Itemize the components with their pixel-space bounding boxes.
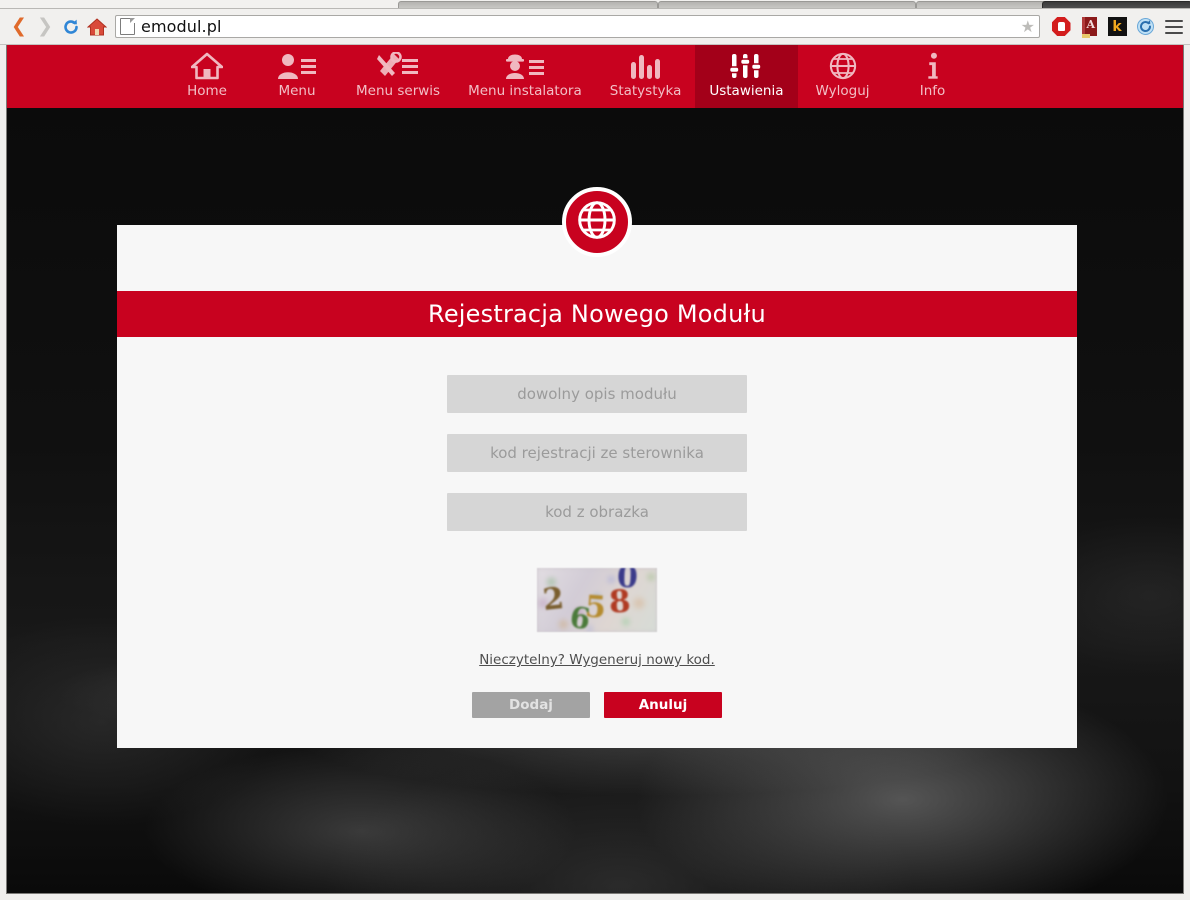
captcha-image: 25860 bbox=[537, 568, 657, 632]
nav-item-menu-serwis[interactable]: Menu serwis bbox=[342, 45, 454, 108]
hamburger-menu-icon[interactable] bbox=[1162, 16, 1184, 38]
tab-strip bbox=[0, 0, 1190, 9]
home-button[interactable] bbox=[84, 14, 110, 40]
nav-item-menu-instalatora[interactable]: Menu instalatora bbox=[454, 45, 596, 108]
cancel-button[interactable]: Anuluj bbox=[604, 692, 722, 718]
nav-label: Wyloguj bbox=[815, 83, 870, 99]
dictionary-icon[interactable] bbox=[1078, 16, 1100, 38]
dialog-body: 25860 Nieczytelny? Wygeneruj nowy kod. D… bbox=[117, 337, 1077, 748]
reload-icon bbox=[62, 18, 80, 36]
reload-button[interactable] bbox=[58, 14, 84, 40]
nav-label: Statystyka bbox=[609, 83, 682, 99]
nav-label: Menu serwis bbox=[356, 83, 441, 99]
registration-code-input[interactable] bbox=[447, 434, 747, 472]
registration-dialog: Rejestracja Nowego Modułu 25860 Nieczyte… bbox=[117, 187, 1077, 748]
browser-tab[interactable] bbox=[658, 1, 916, 8]
captcha-digit: 2 bbox=[541, 581, 566, 618]
nav-item-menu[interactable]: Menu bbox=[252, 45, 342, 108]
refresh-extension-icon[interactable] bbox=[1134, 16, 1156, 38]
dialog-title: Rejestracja Nowego Modułu bbox=[117, 291, 1077, 337]
dialog-actions: Dodaj Anuluj bbox=[472, 692, 722, 718]
browser-tab[interactable] bbox=[398, 1, 658, 8]
address-bar[interactable]: emodul.pl ★ bbox=[115, 15, 1040, 38]
nav-label: Info bbox=[919, 83, 946, 99]
chevron-right-icon: ❯ bbox=[37, 15, 53, 37]
page-viewport: Home Menu Menu serwis Menu instalatora S… bbox=[6, 45, 1184, 894]
bar-chart-icon bbox=[629, 51, 663, 81]
captcha-code-input[interactable] bbox=[447, 493, 747, 531]
browser-toolbar: ❮ ❯ emodul.pl ★ A k bbox=[0, 9, 1190, 45]
nav-label: Home bbox=[187, 83, 227, 99]
sliders-icon bbox=[729, 51, 763, 81]
kaspersky-icon[interactable]: k bbox=[1106, 16, 1128, 38]
nav-label: Menu bbox=[278, 83, 316, 99]
tools-list-icon bbox=[376, 51, 420, 81]
url-text: emodul.pl bbox=[141, 17, 222, 36]
regenerate-captcha-link[interactable]: Nieczytelny? Wygeneruj nowy kod. bbox=[479, 652, 715, 668]
globe-badge bbox=[562, 187, 632, 257]
nav-label: Menu instalatora bbox=[468, 83, 582, 99]
browser-tab[interactable] bbox=[1042, 1, 1190, 8]
globe-icon bbox=[577, 200, 617, 244]
captcha-digit: 0 bbox=[616, 568, 639, 596]
nav-item-statystyka[interactable]: Statystyka bbox=[596, 45, 696, 108]
browser-tab[interactable] bbox=[916, 1, 1056, 8]
captcha-digit: 6 bbox=[567, 599, 593, 632]
module-description-input[interactable] bbox=[447, 375, 747, 413]
page-document-icon bbox=[120, 18, 135, 35]
home-icon bbox=[191, 51, 223, 81]
nav-label: Ustawienia bbox=[709, 83, 784, 99]
adblock-icon[interactable] bbox=[1050, 16, 1072, 38]
browser-window: ❮ ❯ emodul.pl ★ A k Home Menu Menu serwi… bbox=[0, 0, 1190, 900]
info-icon bbox=[923, 51, 943, 81]
dialog-header-space bbox=[117, 187, 1077, 291]
worker-list-icon bbox=[504, 51, 546, 81]
user-list-icon bbox=[277, 51, 317, 81]
globe-icon bbox=[828, 51, 858, 81]
extension-icons: k bbox=[1046, 16, 1184, 38]
kaspersky-letter: k bbox=[1107, 17, 1127, 36]
nav-item-wyloguj[interactable]: Wyloguj bbox=[798, 45, 888, 108]
add-button[interactable]: Dodaj bbox=[472, 692, 590, 718]
star-icon[interactable]: ★ bbox=[1021, 17, 1035, 36]
forward-button[interactable]: ❯ bbox=[32, 14, 58, 40]
home-icon bbox=[86, 17, 108, 36]
back-button[interactable]: ❮ bbox=[6, 14, 32, 40]
nav-item-info[interactable]: Info bbox=[888, 45, 978, 108]
site-navigation: Home Menu Menu serwis Menu instalatora S… bbox=[7, 45, 1183, 108]
nav-item-home[interactable]: Home bbox=[162, 45, 252, 108]
nav-item-ustawienia[interactable]: Ustawienia bbox=[695, 45, 798, 108]
chevron-left-icon: ❮ bbox=[11, 15, 27, 37]
